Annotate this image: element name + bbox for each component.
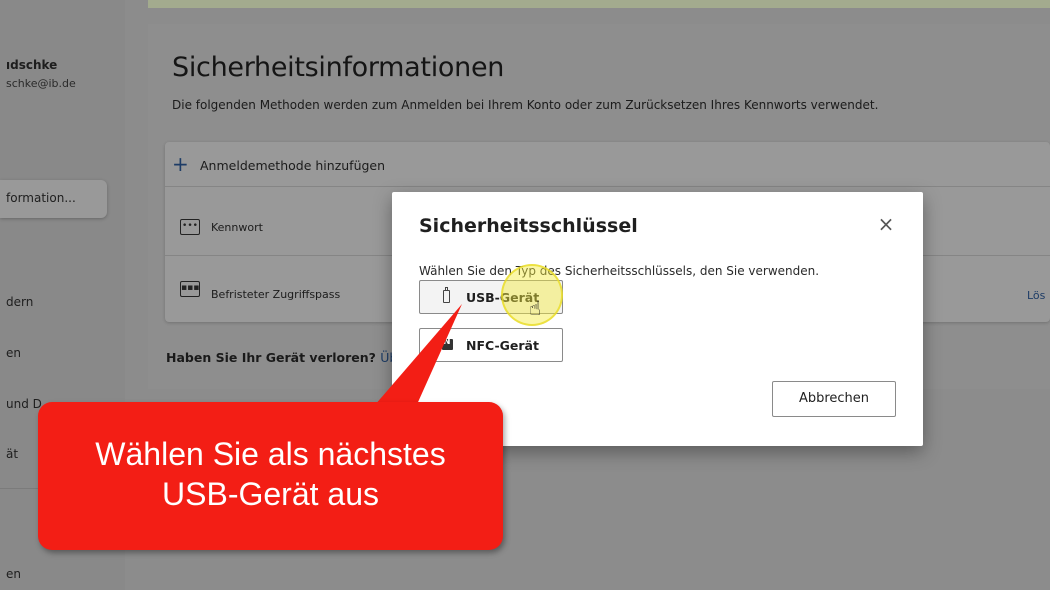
callout-line-1: Wählen Sie als nächstes (95, 436, 446, 472)
callout-text: Wählen Sie als nächstes USB-Gerät aus (38, 434, 503, 514)
callout-line-2: USB-Gerät aus (162, 476, 379, 512)
instruction-callout: Wählen Sie als nächstes USB-Gerät aus (38, 402, 503, 550)
